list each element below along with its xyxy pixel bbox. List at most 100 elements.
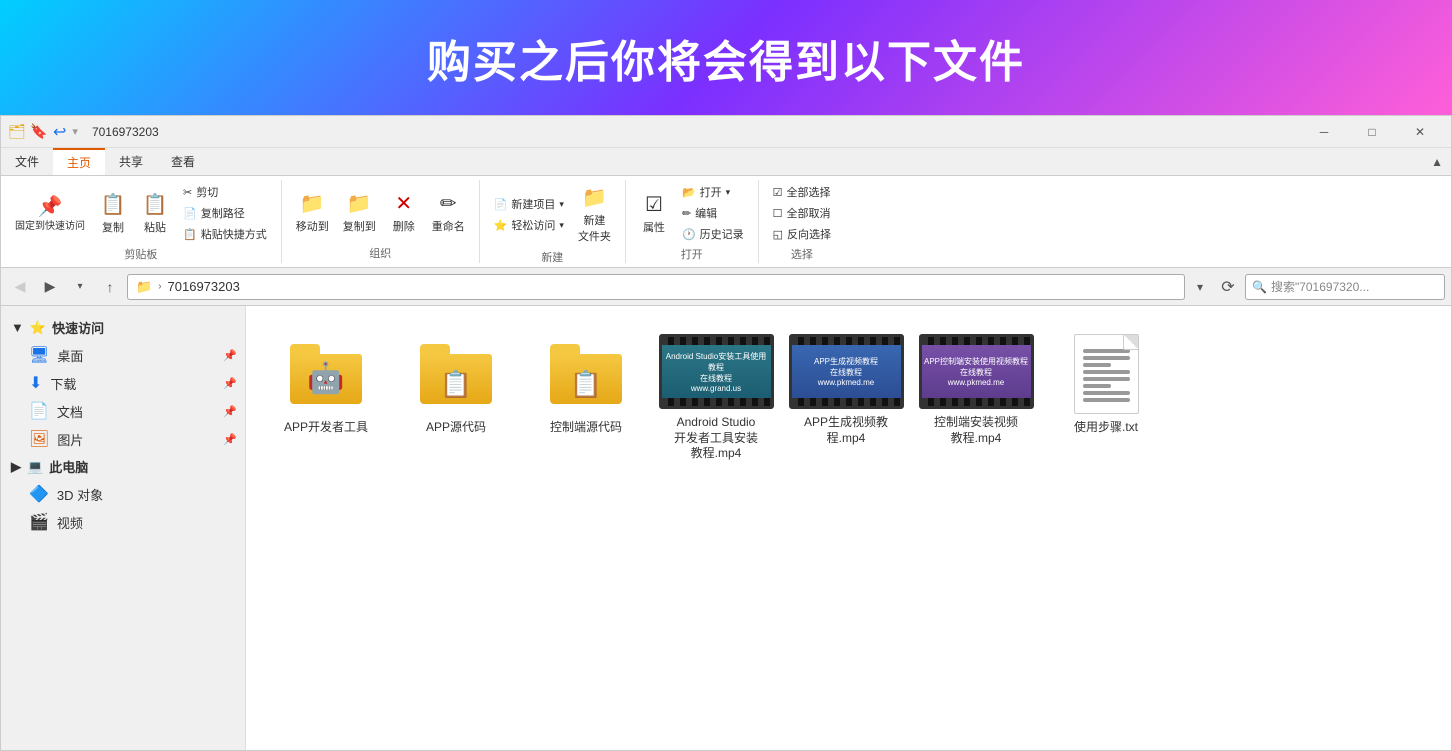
cut-icon: ✂ [183, 186, 192, 199]
3d-icon: 🔷 [29, 484, 49, 504]
copy-to-button[interactable]: 📁 复制到 [337, 188, 382, 237]
desktop-icon: 🖥 [29, 345, 49, 365]
text-line-5 [1083, 377, 1130, 381]
ribbon-tabs: 文件 主页 共享 查看 ▲ [1, 148, 1451, 176]
clipboard-col: ✂ 剪切 📄 复制路径 📋 粘贴快捷方式 [177, 182, 273, 244]
open-button[interactable]: 📂 打开 ▾ [676, 182, 750, 202]
tab-view[interactable]: 查看 [157, 148, 209, 175]
file-label-android-video: Android Studio 开发者工具安装 教程.mp4 [674, 415, 758, 462]
file-item-android-video[interactable]: Android Studio安装工具使用教程 在线教程 www.grand.us… [656, 326, 776, 470]
move-to-button[interactable]: 📁 移动到 [290, 188, 335, 237]
rename-button[interactable]: ✏ 重命名 [426, 188, 471, 237]
properties-button[interactable]: ☑ 属性 [634, 189, 674, 238]
new-items: 📄 新建项目 ▾ ⭐ 轻松访问 ▾ 📁 新建 文件夹 [488, 182, 617, 247]
up-button[interactable]: ↑ [97, 274, 123, 300]
ribbon-group-new: 📄 新建项目 ▾ ⭐ 轻松访问 ▾ 📁 新建 文件夹 新建 [480, 180, 626, 263]
ribbon-collapse-button[interactable]: ▲ [1423, 148, 1451, 175]
video-icon-area-1: Android Studio安装工具使用教程 在线教程 www.grand.us [659, 334, 774, 409]
easy-access-button[interactable]: ⭐ 轻松访问 ▾ [488, 215, 570, 235]
address-input[interactable]: 📁 › 7016973203 [127, 274, 1185, 300]
search-box[interactable]: 🔍 搜索"701697320... [1245, 274, 1445, 300]
video-content-1: Android Studio安装工具使用教程 在线教程 www.grand.us [662, 345, 771, 398]
file-label-ctrl-src: 控制端源代码 [550, 420, 622, 436]
deselect-all-button[interactable]: ☐ 全部取消 [767, 203, 837, 223]
sidebar-item-desktop[interactable]: 🖥 桌面 📌 [1, 341, 245, 369]
copy-path-icon: 📄 [183, 207, 197, 220]
edit-button[interactable]: ✏ 编辑 [676, 203, 750, 223]
title-bar-left: 🗂 🔖 ↩ ▾ 7016973203 [9, 122, 1301, 142]
search-icon: 🔍 [1252, 280, 1267, 294]
cut-button[interactable]: ✂ 剪切 [177, 182, 273, 202]
file-item-ctrl-video[interactable]: APP控制端安装使用视频教程 在线教程 www.pkmed.me 控制端安装视频… [916, 326, 1036, 470]
select-items: ☑ 全部选择 ☐ 全部取消 ◱ 反向选择 [767, 182, 837, 244]
sidebar-item-3d[interactable]: 🔷 3D 对象 [1, 480, 245, 508]
paste-button[interactable]: 📋 粘贴 [135, 189, 175, 238]
txt-icon-area [1066, 334, 1146, 414]
sidebar-quick-access-header[interactable]: ▼ ⭐ 快速访问 [1, 314, 245, 341]
new-item-arrow: ▾ [559, 199, 564, 210]
deselect-all-icon: ☐ [773, 207, 783, 220]
this-pc-icon: 💻 [27, 459, 43, 475]
tab-share[interactable]: 共享 [105, 148, 157, 175]
invert-select-icon: ◱ [773, 228, 783, 241]
new-folder-button[interactable]: 📁 新建 文件夹 [572, 182, 617, 247]
banner: 购买之后你将会得到以下文件 [0, 0, 1452, 115]
copy-path-button[interactable]: 📄 复制路径 [177, 203, 273, 223]
sidebar-item-docs[interactable]: 📄 文档 📌 [1, 397, 245, 425]
docs-icon: 📄 [29, 401, 49, 421]
paste-shortcut-button[interactable]: 📋 粘贴快捷方式 [177, 224, 273, 244]
select-all-button[interactable]: ☑ 全部选择 [767, 182, 837, 202]
sidebar-item-video[interactable]: 🎬 视频 [1, 508, 245, 536]
pin-icon: 📌 [38, 194, 63, 219]
video-icon: 🎬 [29, 512, 49, 532]
maximize-button[interactable]: □ [1349, 116, 1395, 148]
easy-access-icon: ⭐ [494, 219, 508, 232]
sidebar: ▼ ⭐ 快速访问 🖥 桌面 📌 ⬇ 下载 📌 📄 文档 📌 🖼 图片 [1, 306, 246, 750]
tab-home[interactable]: 主页 [53, 148, 105, 175]
text-line-4 [1083, 370, 1130, 374]
file-item-app-video[interactable]: APP生成视频教程 在线教程 www.pkmed.me APP生成视频教 程.m… [786, 326, 906, 470]
refresh-button[interactable]: ⟳ [1215, 274, 1241, 300]
history-button[interactable]: 🕐 历史记录 [676, 224, 750, 244]
sidebar-item-download[interactable]: ⬇ 下载 📌 [1, 369, 245, 397]
folder-doc: 📋 [420, 344, 492, 404]
text-line-6 [1083, 384, 1111, 388]
file-area: 🤖 APP开发者工具 📋 APP源代码 [246, 306, 1451, 750]
tab-file[interactable]: 文件 [1, 148, 53, 175]
address-path: 7016973203 [168, 279, 240, 294]
video-filmstrip-3: APP控制端安装使用视频教程 在线教程 www.pkmed.me [922, 337, 1031, 406]
new-item-icon: 📄 [494, 198, 508, 211]
ribbon-group-open: ☑ 属性 📂 打开 ▾ ✏ 编辑 🕐 历史记录 [626, 180, 759, 263]
history-icon: 🕐 [682, 228, 696, 241]
video-filmstrip-1: Android Studio安装工具使用教程 在线教程 www.grand.us [662, 337, 771, 406]
android-overlay: 🤖 [307, 361, 344, 396]
folder-doc-icon-area-2: 📋 [546, 334, 626, 414]
file-label-app-video: APP生成视频教 程.mp4 [804, 415, 888, 446]
sidebar-this-pc-header[interactable]: ▶ 💻 此电脑 [1, 453, 245, 480]
delete-button[interactable]: ✕ 删除 [384, 188, 424, 237]
forward-button[interactable]: ▶ [37, 274, 63, 300]
edit-icon: ✏ [682, 207, 691, 220]
minimize-button[interactable]: ─ [1301, 116, 1347, 148]
folder-android-icon-area: 🤖 [286, 334, 366, 414]
video-content-3: APP控制端安装使用视频教程 在线教程 www.pkmed.me [922, 345, 1031, 398]
undo-icon[interactable]: ↩ [53, 122, 66, 142]
new-col: 📄 新建项目 ▾ ⭐ 轻松访问 ▾ [488, 194, 570, 235]
file-label-txt: 使用步骤.txt [1074, 420, 1138, 436]
select-label: 选择 [791, 244, 813, 262]
address-dropdown-button[interactable]: ▾ [1189, 274, 1211, 300]
copy-button[interactable]: 📋 复制 [93, 189, 133, 238]
file-item-app-src[interactable]: 📋 APP源代码 [396, 326, 516, 470]
video-thumb-2: APP生成视频教程 在线教程 www.pkmed.me [789, 334, 904, 409]
close-button[interactable]: ✕ [1397, 116, 1443, 148]
recent-button[interactable]: ▾ [67, 274, 93, 300]
file-item-txt[interactable]: 使用步骤.txt [1046, 326, 1166, 470]
sidebar-item-pics[interactable]: 🖼 图片 📌 [1, 425, 245, 453]
back-button[interactable]: ◀ [7, 274, 33, 300]
file-item-ctrl-src[interactable]: 📋 控制端源代码 [526, 326, 646, 470]
invert-select-button[interactable]: ◱ 反向选择 [767, 224, 837, 244]
pin-button[interactable]: 📌 固定到快速访问 [9, 191, 91, 236]
new-item-button[interactable]: 📄 新建项目 ▾ [488, 194, 570, 214]
text-line-3 [1083, 363, 1111, 367]
file-item-app-dev[interactable]: 🤖 APP开发者工具 [266, 326, 386, 470]
